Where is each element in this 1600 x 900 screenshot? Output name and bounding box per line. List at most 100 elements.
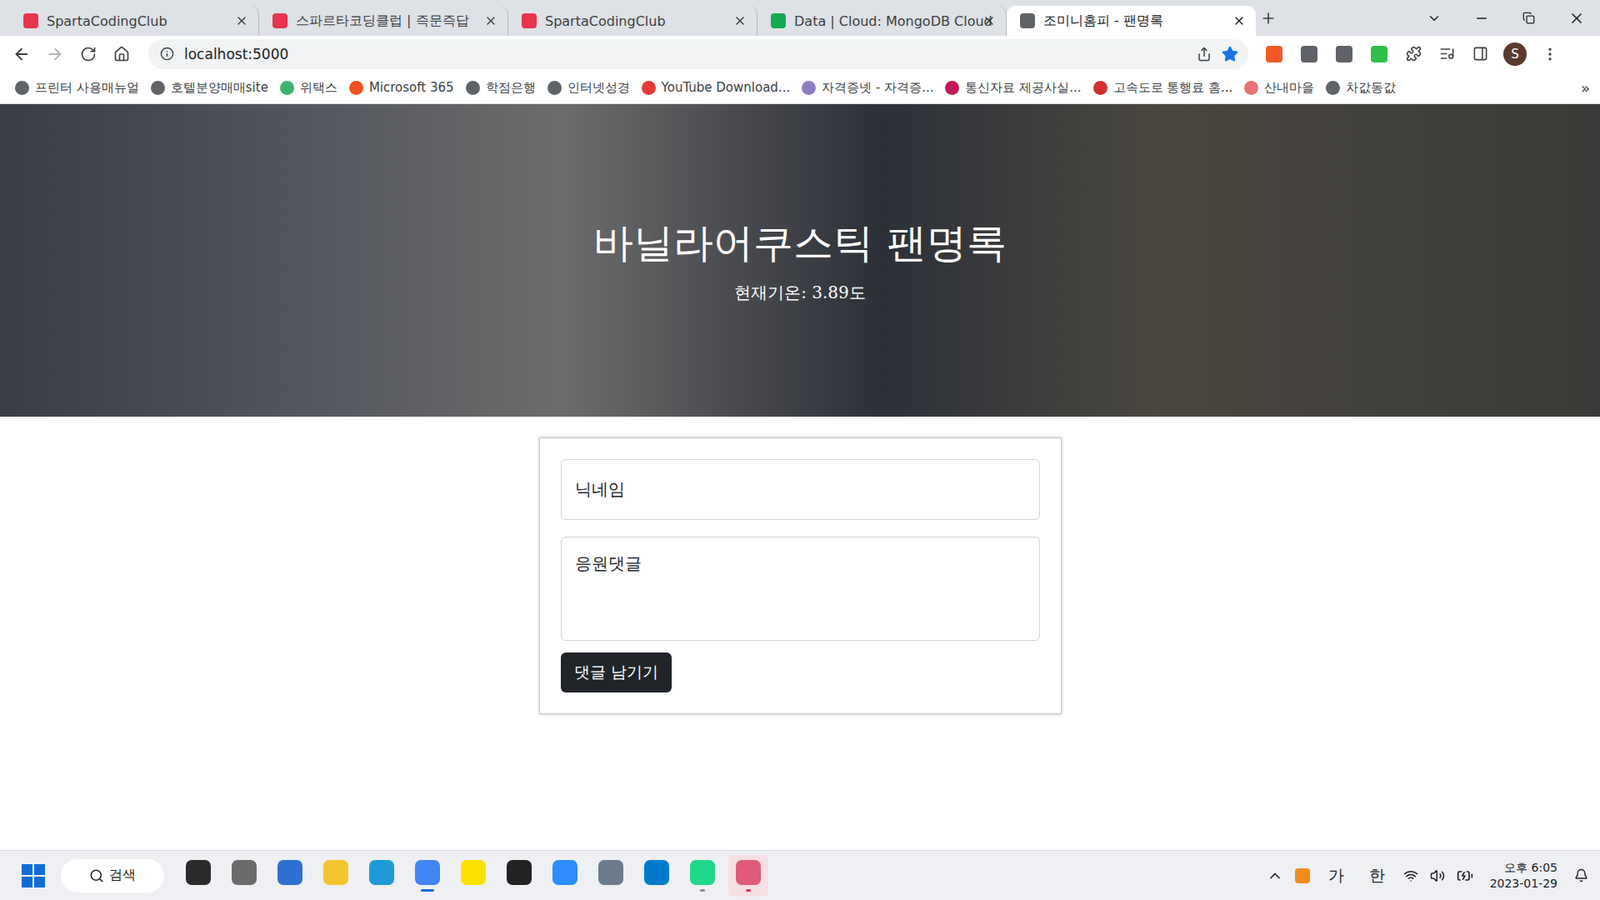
back-button[interactable] <box>6 39 37 70</box>
bookmark[interactable]: Microsoft 365 <box>349 80 455 95</box>
bookmark[interactable]: 호텔분양매매site <box>150 80 269 96</box>
toolbar: localhost:5000 S <box>0 35 1600 72</box>
close-icon[interactable] <box>1232 14 1246 28</box>
reload-button[interactable] <box>73 39 104 70</box>
home-icon <box>113 45 130 63</box>
app-icon <box>231 860 257 885</box>
home-button[interactable] <box>106 39 137 70</box>
browser-tab[interactable]: SpartaCodingClub <box>10 5 260 36</box>
close-button[interactable] <box>1552 0 1600 36</box>
volume-icon[interactable] <box>1430 868 1445 884</box>
menu-button[interactable] <box>1535 39 1565 70</box>
bookmark[interactable]: 산내마을 <box>1244 80 1315 96</box>
input-mode[interactable]: 가 <box>1321 865 1351 887</box>
taskbar-app[interactable] <box>728 855 769 897</box>
language-indicator[interactable]: 한 <box>1362 865 1392 887</box>
star-icon[interactable] <box>1221 45 1239 63</box>
extensions-button[interactable] <box>1398 39 1429 70</box>
taskbar-app[interactable] <box>682 855 723 897</box>
search-icon <box>89 868 105 884</box>
bookmark-icon <box>150 80 165 95</box>
browser-tab[interactable]: 스파르타코딩클럽 | 즉문즉답 <box>259 5 509 36</box>
taskbar-app[interactable] <box>590 855 631 897</box>
notification-icon[interactable] <box>1574 868 1589 883</box>
submit-button[interactable]: 댓글 남기기 <box>560 652 672 693</box>
extension-icon[interactable] <box>1300 45 1318 63</box>
taskbar-app[interactable] <box>636 855 677 897</box>
bookmark[interactable]: 위택스 <box>280 80 338 96</box>
taskbar-app[interactable] <box>407 855 448 897</box>
forward-button[interactable] <box>40 39 70 70</box>
taskbar-app[interactable] <box>499 855 540 897</box>
reload-icon <box>80 45 97 63</box>
app-icon <box>598 860 624 885</box>
new-tab-button[interactable] <box>1255 5 1281 31</box>
bookmark-icon <box>801 80 816 95</box>
clock[interactable]: 오후 6:052023-01-29 <box>1485 860 1563 892</box>
bookmark[interactable]: 인터넷성경 <box>547 80 630 96</box>
taskbar-app[interactable] <box>545 855 585 897</box>
web-page: 바닐라어쿠스틱 팬명록현재기온: 3.89도닉네임응원댓글댓글 남기기 <box>0 104 1600 850</box>
share-icon[interactable] <box>1196 46 1212 62</box>
close-icon[interactable] <box>733 14 747 28</box>
extension-icon[interactable] <box>1335 45 1353 63</box>
media-button[interactable] <box>1431 39 1462 70</box>
taskbar-app[interactable] <box>453 855 494 897</box>
extension-icon[interactable] <box>1265 45 1283 63</box>
more-icon <box>1541 45 1559 63</box>
bookmark-icon <box>280 80 295 95</box>
close-icon <box>1568 10 1585 27</box>
bookmark[interactable]: 학점은행 <box>465 80 536 96</box>
battery-icon[interactable] <box>1456 867 1474 885</box>
more-bookmarks[interactable]: » <box>1580 79 1590 97</box>
favicon-icon <box>770 13 786 29</box>
favicon-icon <box>272 13 288 29</box>
side-panel-button[interactable] <box>1465 39 1495 70</box>
taskbar-app[interactable] <box>361 855 402 897</box>
browser-tab[interactable]: SpartaCodingClub <box>508 5 758 36</box>
wifi-icon[interactable] <box>1403 868 1419 884</box>
bookmark[interactable]: 차값동값 <box>1325 80 1396 96</box>
info-icon[interactable] <box>160 46 175 61</box>
tab-label: Data | Cloud: MongoDB Cloud <box>794 13 975 30</box>
tab-strip: SpartaCodingClub스파르타코딩클럽 | 즉문즉답SpartaCod… <box>0 0 1600 36</box>
url-text: localhost:5000 <box>184 45 289 63</box>
extension-icon[interactable] <box>1370 45 1388 63</box>
browser-tab[interactable]: 조미니홈피 - 팬명록 <box>1006 5 1256 36</box>
search-box[interactable]: 검색 <box>60 859 165 893</box>
system-tray: 가한 오후 6:052023-01-29 <box>1266 860 1589 892</box>
puzzle-icon <box>1405 45 1422 62</box>
app-icon <box>690 860 715 885</box>
bookmarks-bar: 프린터 사용매뉴얼 호텔분양매매site 위택스 Microsoft 365 학점은행 인… <box>0 71 1600 105</box>
comment-textarea[interactable]: 응원댓글 <box>560 536 1040 641</box>
bookmark[interactable]: 프린터 사용매뉴얼 <box>15 80 140 96</box>
bookmark[interactable]: 고속도로 통행료 홈... <box>1093 80 1234 96</box>
taskbar-app[interactable] <box>315 855 356 897</box>
bookmark-icon <box>945 80 960 95</box>
minimize-button[interactable] <box>1457 0 1505 36</box>
tray-app-icon[interactable] <box>1295 868 1310 884</box>
bookmark[interactable]: 자격증넷 - 자격증... <box>801 80 934 96</box>
app-icon <box>277 860 303 885</box>
windows-start-icon[interactable] <box>18 860 49 891</box>
bookmark[interactable]: 통신자료 제공사실... <box>945 80 1081 96</box>
profile-avatar[interactable]: S <box>1503 42 1527 66</box>
close-icon[interactable] <box>484 14 498 28</box>
taskbar-app[interactable] <box>270 855 310 897</box>
tab-search-button[interactable] <box>1410 0 1458 36</box>
bookmark[interactable]: YouTube Download... <box>641 80 791 95</box>
restore-button[interactable] <box>1505 0 1553 36</box>
close-icon[interactable] <box>982 14 996 28</box>
nickname-input[interactable]: 닉네임 <box>560 459 1040 520</box>
weather-text: 현재기온: 3.89도 <box>734 281 866 305</box>
close-icon[interactable] <box>235 14 249 28</box>
running-indicator <box>700 889 705 892</box>
bookmark-icon <box>547 80 562 95</box>
browser-tab[interactable]: Data | Cloud: MongoDB Cloud <box>757 5 1007 36</box>
chevron-up-icon[interactable] <box>1266 867 1284 885</box>
taskbar-app[interactable] <box>178 855 219 897</box>
running-indicator <box>745 889 751 892</box>
restore-icon <box>1522 11 1535 25</box>
taskbar-app[interactable] <box>224 855 265 897</box>
address-bar[interactable]: localhost:5000 <box>148 39 1249 70</box>
